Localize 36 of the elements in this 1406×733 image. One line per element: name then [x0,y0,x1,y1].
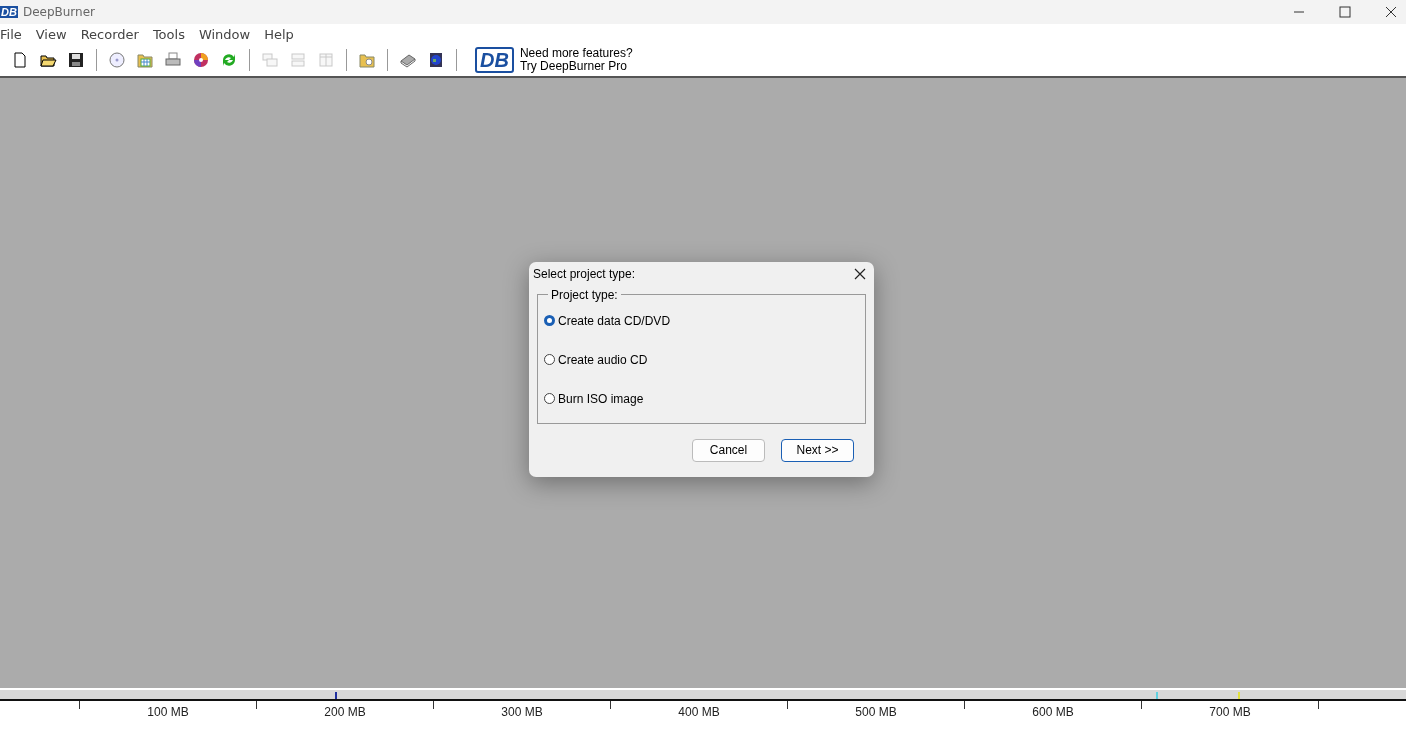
deepburner-logo[interactable]: DB [475,47,514,73]
folder-grid-icon[interactable] [136,51,154,69]
refresh-icon[interactable] [220,51,238,69]
menu-item[interactable]: Window [198,26,251,42]
next-button[interactable]: Next >> [781,438,854,462]
disc-icon[interactable] [108,51,126,69]
ruler-label: 200 MB [323,705,367,719]
promo-text[interactable]: Try DeepBurner Pro [519,60,633,73]
radio-option[interactable]: Create data CD/DVD [544,313,859,328]
disc-icon[interactable] [192,51,210,69]
close-icon[interactable] [1385,6,1397,18]
radio-option[interactable]: Create audio CD [544,352,859,367]
ruler-label: 500 MB [854,705,898,719]
ruler-label: 600 MB [1031,705,1075,719]
close-icon[interactable] [854,267,866,280]
maximize-icon[interactable] [1339,6,1351,18]
menu-item[interactable]: Recorder [80,26,139,42]
globe-icon[interactable] [427,51,445,69]
window-title: DeepBurner [22,5,95,19]
cancel-button[interactable]: Cancel [692,438,765,462]
menu-item[interactable]: View [35,26,67,42]
ruler-label: 100 MB [146,705,190,719]
ruler-label: 400 MB [677,705,721,719]
menu-item[interactable]: Tools [152,26,185,42]
ruler-label: 300 MB [500,705,544,719]
new-file-icon[interactable] [11,51,29,69]
dialog-title: Select project type: [533,266,636,281]
printer-icon[interactable] [164,51,182,69]
ruler-label: 700 MB [1208,705,1252,719]
menu-item[interactable]: Help [264,26,294,42]
promo-text[interactable]: Need more features? [519,47,633,60]
group-label: Project type: [550,287,619,302]
app-logo-icon: DB [0,6,18,18]
folder-icon[interactable] [358,51,376,69]
radio-option[interactable]: Burn ISO image [544,391,859,406]
menu-item[interactable]: File [0,26,22,42]
